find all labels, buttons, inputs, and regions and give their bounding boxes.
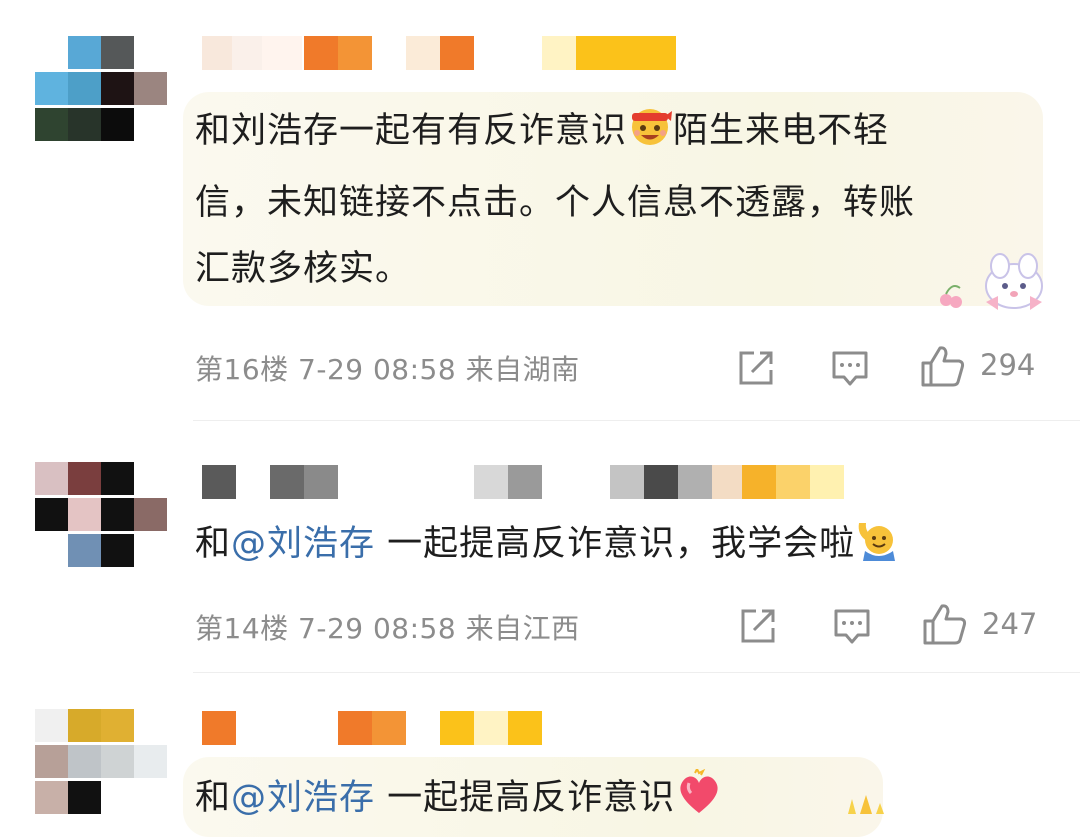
comment-time: 7-29 08:58 bbox=[298, 612, 457, 645]
comment-prefix: 和 bbox=[195, 524, 232, 564]
mention-link[interactable]: @刘浩存 bbox=[231, 524, 375, 564]
mention-link[interactable]: @刘浩存 bbox=[231, 778, 375, 818]
comment-item: 和@刘浩存 一起提高反诈意识，我学会啦 第14楼 7-29 08:58 来自江西… bbox=[0, 421, 1080, 671]
like-button[interactable] bbox=[920, 344, 966, 388]
like-icon bbox=[923, 604, 967, 645]
sparkle-sticker-icon bbox=[838, 789, 898, 814]
share-icon bbox=[741, 609, 775, 643]
avatar[interactable] bbox=[35, 462, 167, 568]
username[interactable] bbox=[202, 711, 562, 745]
comment-text-line: 陌生来电不轻 bbox=[673, 111, 890, 151]
comment-location: 来自江西 bbox=[465, 612, 580, 645]
comment-suffix: 一起提高反诈意识，我学会啦 bbox=[375, 524, 856, 564]
like-button[interactable] bbox=[922, 602, 968, 646]
floor-number: 第14楼 bbox=[195, 612, 289, 645]
comment-location: 来自湖南 bbox=[465, 353, 580, 386]
reply-button[interactable] bbox=[830, 348, 870, 388]
comment-text-line: 和刘浩存一起有有反诈意识 bbox=[195, 111, 628, 151]
avatar[interactable] bbox=[35, 36, 167, 142]
comment-time: 7-29 08:58 bbox=[298, 353, 457, 386]
username[interactable] bbox=[202, 465, 852, 499]
comment-text-line: 汇款多核实。 bbox=[195, 249, 412, 289]
share-button[interactable] bbox=[736, 348, 776, 388]
grinning-headband-emoji-icon bbox=[627, 102, 673, 170]
reply-icon bbox=[832, 351, 868, 386]
like-count: 247 bbox=[982, 607, 1038, 641]
like-icon bbox=[921, 346, 965, 387]
heart-emoji-icon bbox=[675, 766, 723, 837]
floor-number: 第16楼 bbox=[195, 353, 289, 386]
raising-hand-emoji-icon bbox=[855, 517, 901, 583]
bunny-sticker-icon bbox=[928, 252, 1058, 318]
reply-icon bbox=[834, 609, 870, 644]
username[interactable] bbox=[202, 36, 682, 70]
comment-meta: 第16楼 7-29 08:58 来自湖南 bbox=[195, 348, 580, 388]
avatar[interactable] bbox=[35, 709, 167, 815]
reply-button[interactable] bbox=[832, 606, 872, 646]
comment-prefix: 和 bbox=[195, 778, 232, 818]
comment-text[interactable]: 和@刘浩存 一起提高反诈意识，我学会啦 bbox=[195, 511, 901, 583]
comment-text-line: 信，未知链接不点击。个人信息不透露，转账 bbox=[195, 183, 916, 223]
comment-item: 和刘浩存一起有有反诈意识 陌生来电不轻 信，未知链接不点击。个人信息不透露，转账 … bbox=[0, 0, 1080, 420]
share-button[interactable] bbox=[738, 606, 778, 646]
like-count: 294 bbox=[980, 348, 1036, 382]
comment-meta: 第14楼 7-29 08:58 来自江西 bbox=[195, 607, 580, 647]
comment-text[interactable]: 和@刘浩存 一起提高反诈意识 bbox=[195, 765, 723, 837]
comment-suffix: 一起提高反诈意识 bbox=[375, 778, 676, 818]
share-icon bbox=[739, 351, 773, 385]
comment-text[interactable]: 和刘浩存一起有有反诈意识 陌生来电不轻 信，未知链接不点击。个人信息不透露，转账 … bbox=[195, 98, 915, 302]
comment-item: 和@刘浩存 一起提高反诈意识 bbox=[0, 673, 1080, 837]
